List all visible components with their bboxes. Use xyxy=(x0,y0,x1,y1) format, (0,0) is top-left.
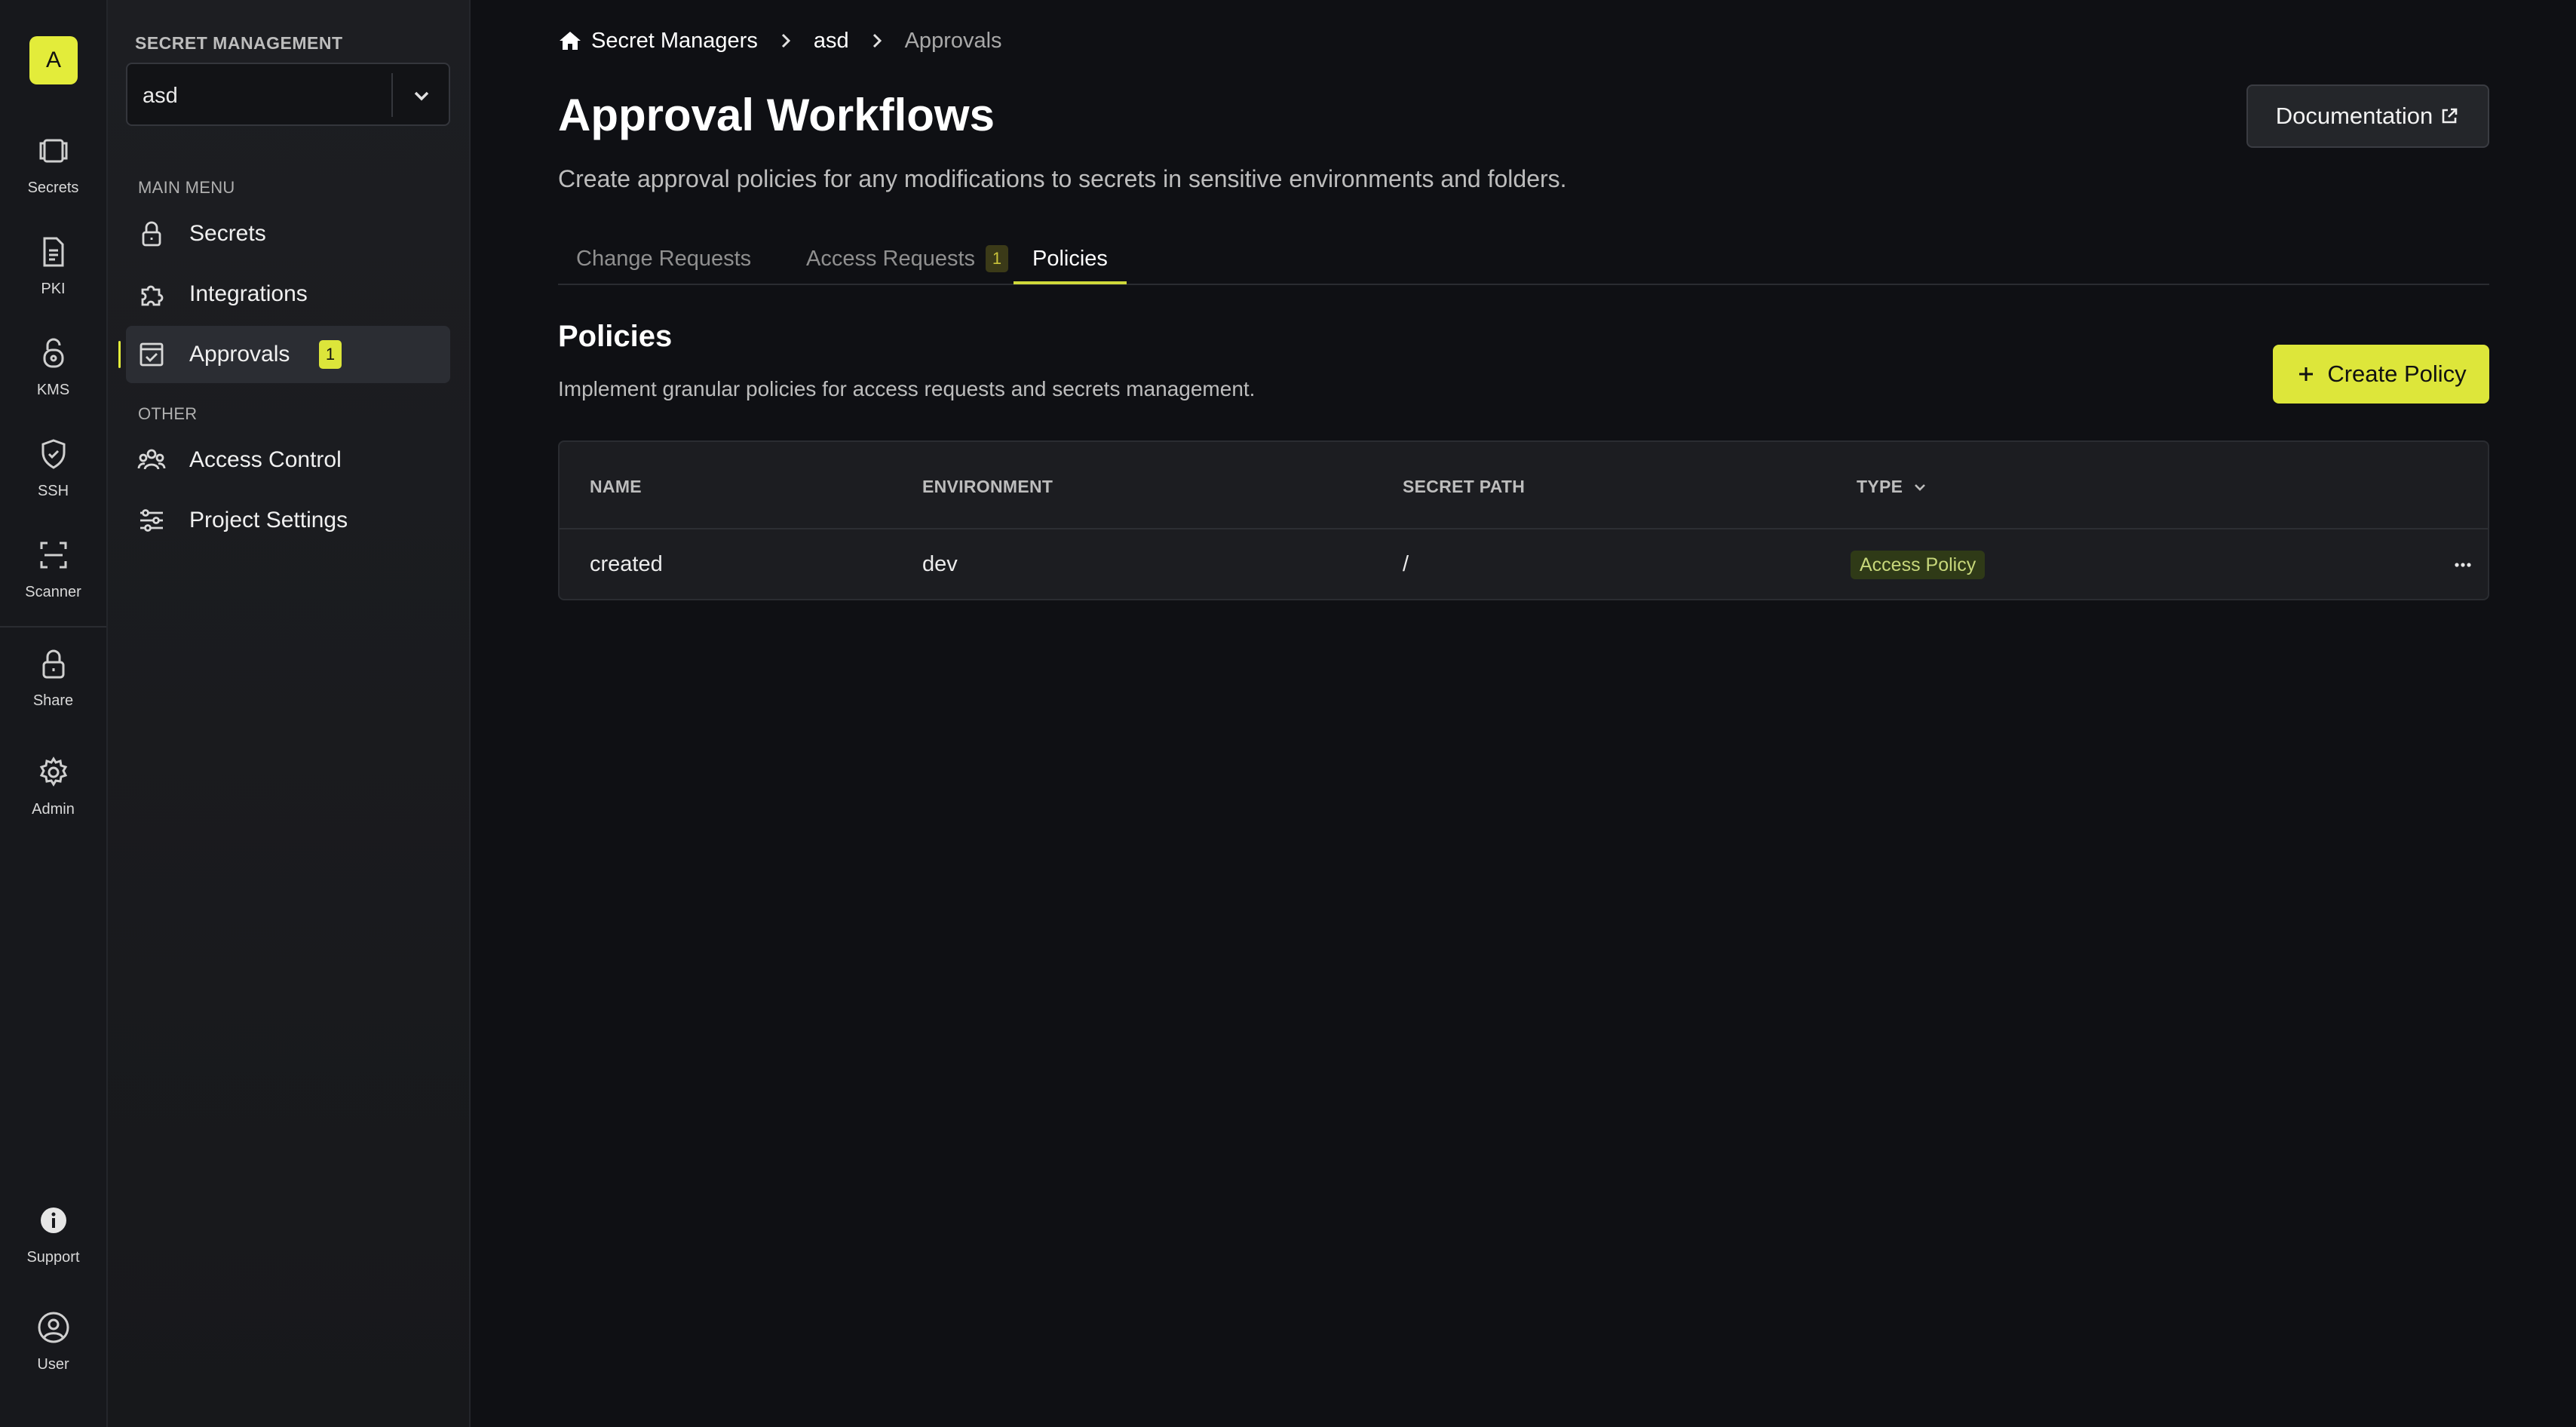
create-policy-label: Create Policy xyxy=(2327,361,2467,387)
breadcrumb-project[interactable]: asd xyxy=(814,29,849,54)
project-select[interactable]: asd xyxy=(126,63,450,126)
rail-label: Share xyxy=(32,692,74,709)
documentation-button[interactable]: Documentation xyxy=(2246,84,2489,148)
rail-item-share[interactable]: Share xyxy=(0,646,106,729)
policy-name: created xyxy=(590,552,663,576)
rail-item-secrets[interactable]: Secrets xyxy=(0,133,106,216)
plus-icon xyxy=(2295,364,2317,385)
main-menu-heading: MAIN MENU xyxy=(138,178,235,197)
other-heading: OTHER xyxy=(138,404,198,423)
sidebar-item-integrations[interactable]: Integrations xyxy=(126,265,450,323)
tab-label: Policies xyxy=(1032,246,1108,271)
org-avatar[interactable]: A xyxy=(29,36,78,84)
lock-key-icon xyxy=(35,335,72,371)
project-select-value: asd xyxy=(143,84,178,108)
shield-check-icon xyxy=(35,436,72,472)
sidebar-item-label: Integrations xyxy=(189,281,308,306)
info-icon xyxy=(35,1202,72,1238)
users-icon xyxy=(136,445,167,475)
policies-table: NAME ENVIRONMENT SECRET PATH TYPE create… xyxy=(558,440,2489,600)
column-header-type-label: TYPE xyxy=(1857,477,1903,496)
chevron-down-icon[interactable] xyxy=(1910,477,1930,497)
rail-item-pki[interactable]: PKI xyxy=(0,234,106,317)
breadcrumb: Secret Managers asd Approvals xyxy=(558,26,1002,56)
tab-bar: Change Requests Access Requests 1 Polici… xyxy=(558,232,2489,285)
rail-label: KMS xyxy=(36,382,70,398)
page-title: Approval Workflows xyxy=(558,90,995,140)
sidebar-item-label: Project Settings xyxy=(189,508,348,532)
select-divider xyxy=(391,73,393,117)
document-icon xyxy=(35,234,72,270)
gear-icon xyxy=(35,754,72,790)
scan-icon xyxy=(35,537,72,573)
rail-label: Support xyxy=(26,1249,80,1266)
lock-icon xyxy=(136,219,167,249)
tab-policies[interactable]: Policies xyxy=(1032,232,1108,285)
section-title: Policies xyxy=(558,320,673,353)
column-header-secret-path: SECRET PATH xyxy=(1403,477,1526,496)
sidebar-item-label: Secrets xyxy=(189,221,266,246)
chevron-right-icon xyxy=(774,29,797,52)
column-header-name: NAME xyxy=(590,477,642,496)
main-content: Secret Managers asd Approvals Approval W… xyxy=(471,0,2576,1427)
active-indicator xyxy=(118,341,121,368)
tab-label: Access Requests xyxy=(806,246,976,271)
sidebar-item-project-settings[interactable]: Project Settings xyxy=(126,492,450,549)
rail-item-ssh[interactable]: SSH xyxy=(0,436,106,519)
rail-item-user[interactable]: User xyxy=(0,1309,106,1392)
more-options-icon[interactable] xyxy=(2449,554,2476,576)
policy-type-badge: Access Policy xyxy=(1851,551,1986,579)
vault-icon xyxy=(35,133,72,169)
breadcrumb-root[interactable]: Secret Managers xyxy=(591,29,758,54)
rail-item-scanner[interactable]: Scanner xyxy=(0,537,106,620)
create-policy-button[interactable]: Create Policy xyxy=(2273,345,2489,404)
rail-label: PKI xyxy=(41,281,66,297)
rail-label: Secrets xyxy=(27,180,79,196)
tab-change-requests[interactable]: Change Requests xyxy=(576,232,751,285)
table-row[interactable]: created dev / Access Policy xyxy=(560,529,2488,599)
home-icon[interactable] xyxy=(558,29,582,53)
sidebar-heading: SECRET MANAGEMENT xyxy=(135,33,343,53)
rail-label: SSH xyxy=(37,483,69,499)
column-header-type[interactable]: TYPE xyxy=(1857,477,1930,497)
rail-label: User xyxy=(37,1356,69,1373)
policy-environment: dev xyxy=(922,552,958,576)
lock-icon xyxy=(35,646,72,682)
policy-secret-path: / xyxy=(1403,552,1409,576)
column-header-environment: ENVIRONMENT xyxy=(922,477,1053,496)
rail-label: Scanner xyxy=(25,584,81,600)
project-sidebar: SECRET MANAGEMENT asd MAIN MENU Secrets … xyxy=(108,0,471,1427)
rail-item-support[interactable]: Support xyxy=(0,1202,106,1285)
active-tab-underline xyxy=(1014,281,1127,284)
tab-access-requests[interactable]: Access Requests 1 xyxy=(806,232,1009,285)
sidebar-item-label: Access Control xyxy=(189,447,342,472)
sidebar-item-access-control[interactable]: Access Control xyxy=(126,431,450,489)
breadcrumb-current: Approvals xyxy=(904,28,1002,53)
rail-item-kms[interactable]: KMS xyxy=(0,335,106,418)
external-link-icon xyxy=(2439,106,2460,127)
documentation-label: Documentation xyxy=(2275,103,2433,129)
sidebar-item-secrets[interactable]: Secrets xyxy=(126,205,450,262)
rail-item-admin[interactable]: Admin xyxy=(0,754,106,837)
rail-label: Admin xyxy=(32,801,75,818)
page-subtitle: Create approval policies for any modific… xyxy=(558,165,1567,192)
access-requests-count-badge: 1 xyxy=(986,245,1009,272)
rail-divider xyxy=(0,626,106,628)
chevron-down-icon[interactable] xyxy=(408,82,435,109)
puzzle-icon xyxy=(136,279,167,309)
section-description: Implement granular policies for access r… xyxy=(558,377,1256,400)
user-icon xyxy=(35,1309,72,1346)
icon-rail: A Secrets PKI KMS SSH Scanner Share Admi… xyxy=(0,0,108,1427)
table-header: NAME ENVIRONMENT SECRET PATH TYPE xyxy=(560,442,2488,529)
approvals-count-badge: 1 xyxy=(319,340,342,369)
chevron-right-icon xyxy=(866,29,888,52)
sliders-icon xyxy=(136,505,167,536)
sidebar-item-label: Approvals xyxy=(189,342,290,367)
sidebar-item-approvals[interactable]: Approvals 1 xyxy=(126,326,450,383)
tab-label: Change Requests xyxy=(576,246,752,271)
checklist-icon xyxy=(136,339,167,370)
